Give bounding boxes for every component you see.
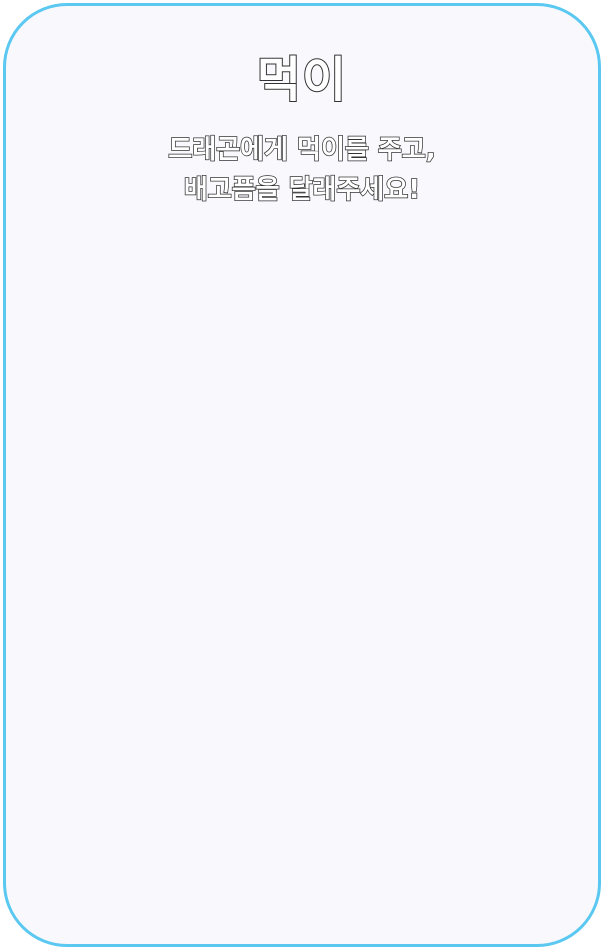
description-line-1: 드래곤에게 먹이를 주고, [168,134,437,166]
card-title: 먹이 [256,51,348,109]
feed-card: 먹이 드래곤에게 먹이를 주고, 배고픔을 달래주세요! [3,3,601,947]
description-line-2: 배고픔을 달래주세요! [183,174,421,206]
card-description: 드래곤에게 먹이를 주고, 배고픔을 달래주세요! [6,130,598,210]
